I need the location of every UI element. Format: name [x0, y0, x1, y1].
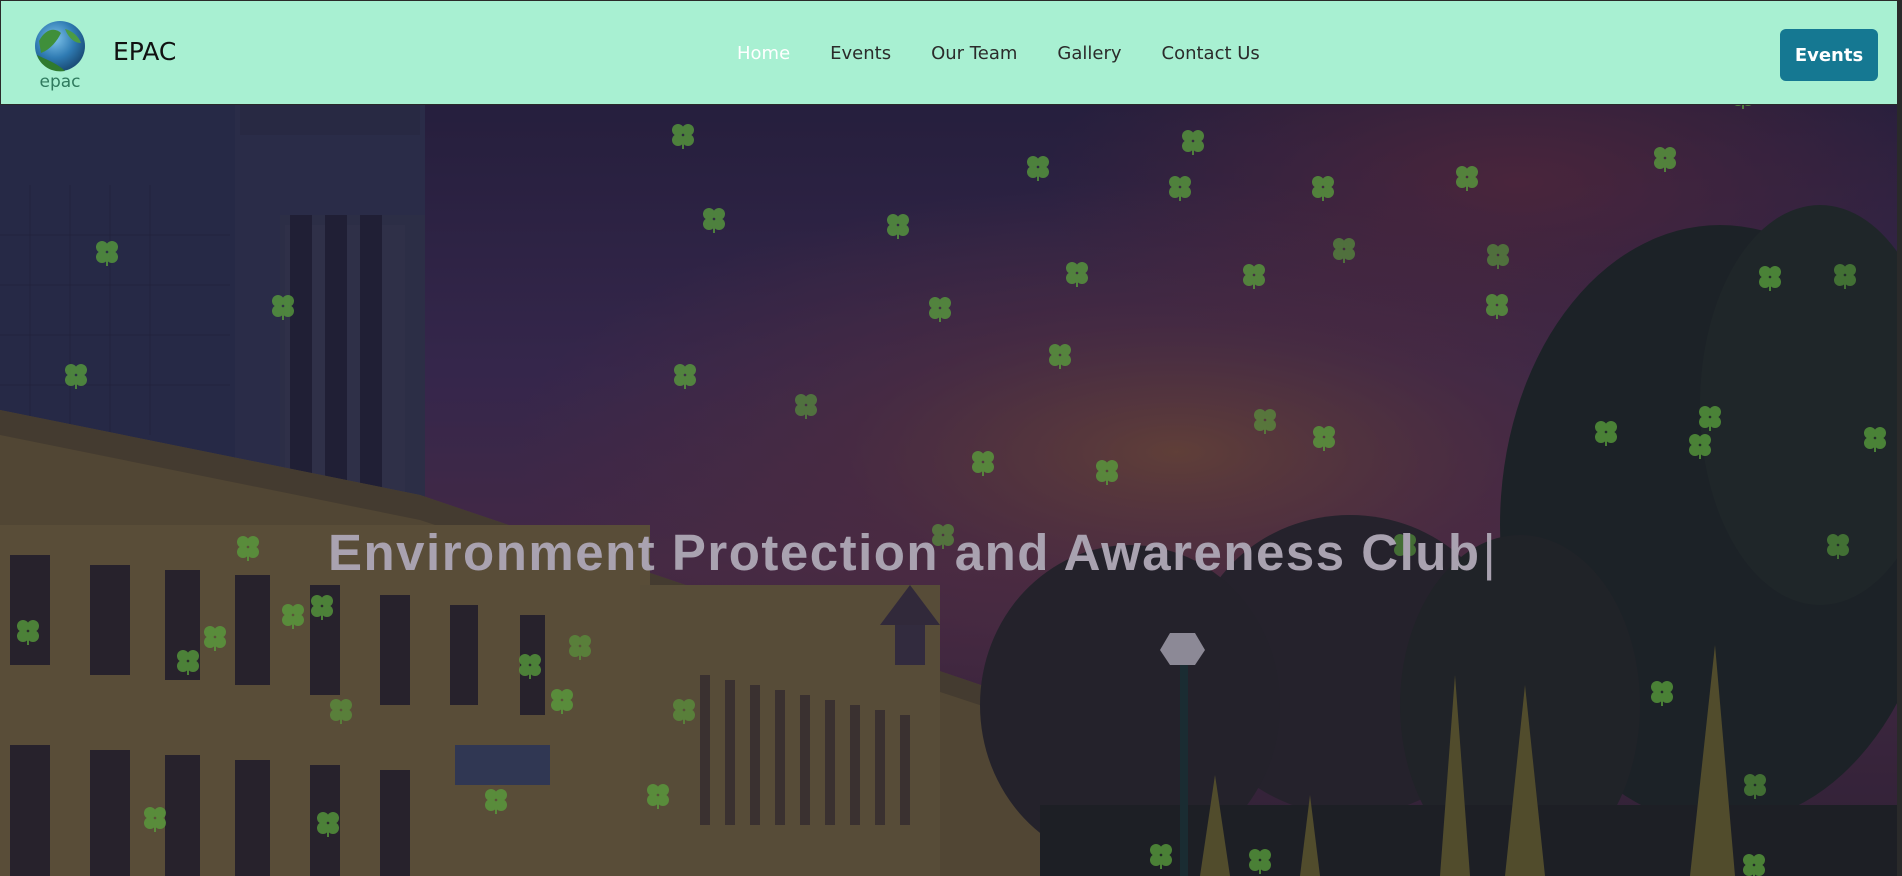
- hero-title-text: Environment Protection and Awareness Clu…: [328, 524, 1481, 581]
- nav-link-home[interactable]: Home: [737, 43, 790, 64]
- nav-link-our-team[interactable]: Our Team: [931, 43, 1017, 64]
- typing-cursor: |: [1482, 524, 1498, 581]
- logo-wordmark: epac: [39, 72, 80, 91]
- nav-links: Home Events Our Team Gallery Contact Us: [737, 43, 1300, 64]
- nav-link-events[interactable]: Events: [830, 43, 891, 64]
- hero-section: Environment Protection and Awareness Clu…: [0, 105, 1897, 876]
- page-scrollbar[interactable]: [1897, 0, 1902, 876]
- brand-name[interactable]: EPAC: [113, 37, 176, 66]
- nav-link-contact-us[interactable]: Contact Us: [1162, 43, 1260, 64]
- navbar: epac EPAC Home Events Our Team Gallery C…: [0, 0, 1897, 105]
- events-button[interactable]: Events: [1780, 29, 1878, 81]
- epac-logo-icon[interactable]: epac: [31, 19, 89, 91]
- nav-link-gallery[interactable]: Gallery: [1057, 43, 1121, 64]
- hero-background-image: [0, 105, 1897, 876]
- hero-title: Environment Protection and Awareness Clu…: [328, 523, 1497, 582]
